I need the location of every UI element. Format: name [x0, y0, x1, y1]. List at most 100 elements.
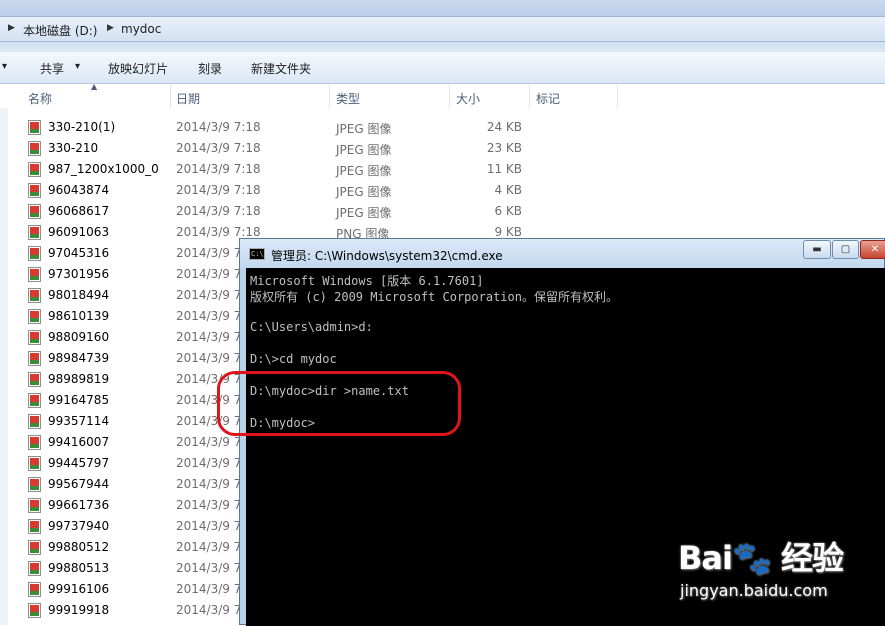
column-divider[interactable] [529, 84, 530, 108]
file-size: 24 KB [486, 120, 522, 134]
column-divider[interactable] [617, 84, 618, 108]
file-date: 2014/3/9 7 [176, 582, 242, 596]
image-file-icon [28, 288, 41, 303]
file-date: 2014/3/9 7:18 [176, 141, 261, 155]
file-date: 2014/3/9 7 [176, 603, 242, 617]
file-name: 98018494 [48, 288, 110, 302]
file-type: JPEG 图像 [336, 164, 392, 178]
image-file-icon [28, 309, 41, 324]
file-date: 2014/3/9 7:18 [176, 225, 261, 239]
image-file-icon [28, 267, 41, 282]
column-divider[interactable] [170, 84, 171, 108]
image-file-icon [28, 414, 41, 429]
console-line: D:\>cd mydoc [250, 352, 337, 366]
breadcrumb-arrow-icon[interactable]: ▶ [107, 23, 114, 33]
file-date: 2014/3/9 7 [176, 498, 242, 512]
maximize-icon[interactable]: ▢ [832, 240, 859, 259]
file-date: 2014/3/9 7 [176, 519, 242, 533]
file-size: 6 KB [494, 204, 522, 218]
image-file-icon [28, 519, 41, 534]
file-name: 96043874 [48, 183, 110, 197]
file-name: 99880513 [48, 561, 110, 575]
breadcrumb-drive[interactable]: 本地磁盘 (D:) [23, 22, 97, 39]
column-date[interactable]: 日期 [176, 90, 200, 107]
file-type: JPEG 图像 [336, 206, 392, 220]
image-file-icon [28, 435, 41, 450]
file-size: 4 KB [494, 183, 522, 197]
file-name: 98989819 [48, 372, 110, 386]
file-name: 330-210(1) [48, 120, 116, 134]
file-date: 2014/3/9 7 [176, 309, 242, 323]
image-file-icon [28, 141, 41, 156]
column-name[interactable]: 名称 [28, 90, 52, 107]
file-size: 23 KB [486, 141, 522, 155]
share-button[interactable]: 共享 [40, 60, 64, 77]
image-file-icon [28, 498, 41, 513]
file-type: JPEG 图像 [336, 122, 392, 136]
breadcrumb-arrow-icon[interactable]: ▶ [8, 23, 15, 33]
file-name: 99567944 [48, 477, 110, 491]
breadcrumb[interactable]: ▶ 本地磁盘 (D:) ▶ mydoc [0, 16, 885, 42]
file-row[interactable]: 987_1200x1000_0 2014/3/9 7:18 JPEG 图像 11 KB [0, 159, 885, 180]
file-type: JPEG 图像 [336, 185, 392, 199]
file-date: 2014/3/9 7 [176, 330, 242, 344]
image-file-icon [28, 204, 41, 219]
file-date: 2014/3/9 7 [176, 267, 242, 281]
file-name: 99737940 [48, 519, 110, 533]
cmd-titlebar[interactable]: C:\ 管理员: C:\Windows\system32\cmd.exe ▬ ▢… [240, 239, 885, 268]
cmd-app-icon[interactable]: C:\ [249, 248, 265, 260]
file-name: 98809160 [48, 330, 110, 344]
image-file-icon [28, 561, 41, 576]
file-size: 9 KB [494, 225, 522, 239]
address-bar: ▶ 本地磁盘 (D:) ▶ mydoc [0, 0, 885, 52]
column-size[interactable]: 大小 [456, 90, 480, 107]
image-file-icon [28, 246, 41, 261]
file-date: 2014/3/9 7:18 [176, 183, 261, 197]
file-type: JPEG 图像 [336, 143, 392, 157]
cmd-title: 管理员: C:\Windows\system32\cmd.exe [271, 249, 503, 263]
file-date: 2014/3/9 7 [176, 435, 242, 449]
file-row[interactable]: 330-210(1) 2014/3/9 7:18 JPEG 图像 24 KB [0, 117, 885, 138]
file-name: 98610139 [48, 309, 110, 323]
file-name: 97045316 [48, 246, 110, 260]
column-tags[interactable]: 标记 [536, 90, 560, 107]
breadcrumb-folder[interactable]: mydoc [121, 22, 161, 36]
file-row[interactable]: 96068617 2014/3/9 7:18 JPEG 图像 6 KB [0, 201, 885, 222]
console-line: Microsoft Windows [版本 6.1.7601] [250, 274, 484, 288]
file-date: 2014/3/9 7 [176, 246, 242, 260]
file-name: 99880512 [48, 540, 110, 554]
file-name: 330-210 [48, 141, 99, 155]
file-name: 96068617 [48, 204, 110, 218]
chevron-down-icon[interactable]: ▾ [2, 61, 7, 72]
highlight-circle [217, 371, 461, 436]
file-date: 2014/3/9 7:18 [176, 204, 261, 218]
image-file-icon [28, 351, 41, 366]
file-row[interactable]: 330-210 2014/3/9 7:18 JPEG 图像 23 KB [0, 138, 885, 159]
file-name: 99916106 [48, 582, 110, 596]
file-name: 98984739 [48, 351, 110, 365]
sort-ascending-icon: ▲ [91, 82, 98, 91]
image-file-icon [28, 162, 41, 177]
image-file-icon [28, 603, 41, 618]
close-icon[interactable]: ✕ [860, 240, 885, 259]
new-folder-button[interactable]: 新建文件夹 [251, 60, 311, 77]
console-line: 版权所有 (c) 2009 Microsoft Corporation。保留所有… [250, 290, 618, 304]
image-file-icon [28, 582, 41, 597]
file-row[interactable]: 96043874 2014/3/9 7:18 JPEG 图像 4 KB [0, 180, 885, 201]
watermark-url: jingyan.baidu.com [680, 581, 828, 600]
image-file-icon [28, 456, 41, 471]
column-divider[interactable] [449, 84, 450, 108]
image-file-icon [28, 183, 41, 198]
watermark-logo: Bai🐾 经验 [678, 539, 844, 577]
minimize-icon[interactable]: ▬ [803, 240, 831, 259]
column-type[interactable]: 类型 [336, 90, 360, 107]
image-file-icon [28, 372, 41, 387]
file-date: 2014/3/9 7 [176, 540, 242, 554]
column-divider[interactable] [329, 84, 330, 108]
file-name: 97301956 [48, 267, 110, 281]
slideshow-button[interactable]: 放映幻灯片 [108, 60, 168, 77]
burn-button[interactable]: 刻录 [198, 60, 222, 77]
file-name: 99416007 [48, 435, 110, 449]
chevron-down-icon[interactable]: ▾ [75, 61, 80, 72]
file-date: 2014/3/9 7 [176, 561, 242, 575]
